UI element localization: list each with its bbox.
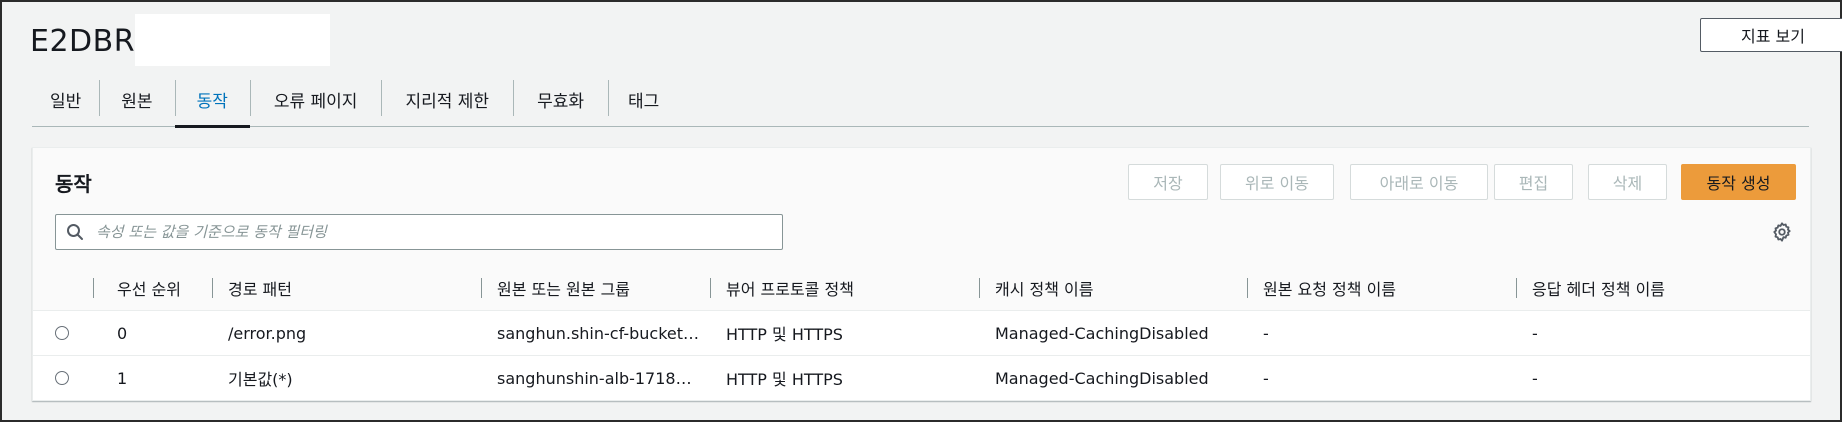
column-priority[interactable]: 우선 순위 xyxy=(117,266,181,310)
cell-path: 기본값(*) xyxy=(228,370,293,389)
cell-viewer: HTTP 및 HTTPS xyxy=(726,370,843,389)
cell-path: /error.png xyxy=(228,323,307,343)
gear-icon[interactable] xyxy=(1771,221,1793,243)
tab-error-pages[interactable]: 오류 페이지 xyxy=(249,72,382,126)
search-field[interactable] xyxy=(55,214,783,250)
column-response-headers-policy[interactable]: 응답 헤더 정책 이름 xyxy=(1516,266,1665,310)
table-row[interactable]: 1 기본값(*) sanghunshin-alb-1718… HTTP 및 HT… xyxy=(33,356,1810,401)
cell-cache: Managed-CachingDisabled xyxy=(995,368,1209,388)
column-cache-policy[interactable]: 캐시 정책 이름 xyxy=(979,266,1094,310)
cell-response-headers: - xyxy=(1532,323,1538,343)
row-radio[interactable] xyxy=(55,326,69,340)
move-down-button[interactable]: 아래로 이동 xyxy=(1350,164,1488,200)
tab-geo-restriction[interactable]: 지리적 제한 xyxy=(381,72,513,126)
distribution-id: E2DBR xyxy=(30,23,136,59)
column-origin-request-policy[interactable]: 원본 요청 정책 이름 xyxy=(1247,266,1396,310)
table-header: 우선 순위 경로 패턴 원본 또는 원본 그룹 뷰어 프로토콜 정책 캐시 정책… xyxy=(33,266,1810,311)
tab-tags[interactable]: 태그 xyxy=(607,72,679,126)
cell-origin: sanghun.shin-cf-bucket… xyxy=(497,323,700,343)
save-button[interactable]: 저장 xyxy=(1128,164,1208,200)
panel-title: 동작 xyxy=(55,172,92,196)
behaviors-table: 우선 순위 경로 패턴 원본 또는 원본 그룹 뷰어 프로토콜 정책 캐시 정책… xyxy=(33,266,1810,401)
edit-button[interactable]: 편집 xyxy=(1494,164,1573,200)
behaviors-panel: 동작 저장 위로 이동 아래로 이동 편집 삭제 동작 생성 속성 또는 값을 … xyxy=(32,147,1811,401)
tab-origins[interactable]: 원본 xyxy=(99,72,174,126)
move-up-button[interactable]: 위로 이동 xyxy=(1220,164,1334,200)
tab-behaviors[interactable]: 동작 xyxy=(174,72,251,128)
panel-header: 동작 저장 위로 이동 아래로 이동 편집 삭제 동작 생성 xyxy=(33,148,1810,267)
cell-response-headers: - xyxy=(1532,368,1538,388)
cell-priority: 0 xyxy=(117,323,128,343)
create-behavior-button[interactable]: 동작 생성 xyxy=(1681,164,1796,200)
row-radio[interactable] xyxy=(55,371,69,385)
cell-cache: Managed-CachingDisabled xyxy=(995,323,1209,343)
cell-origin-request: - xyxy=(1263,368,1269,388)
table-row[interactable]: 0 /error.png sanghun.shin-cf-bucket… HTT… xyxy=(33,311,1810,356)
cell-priority: 1 xyxy=(117,368,128,388)
search-input[interactable] xyxy=(94,222,782,242)
cell-origin-request: - xyxy=(1263,323,1269,343)
column-divider xyxy=(93,278,94,298)
delete-button[interactable]: 삭제 xyxy=(1588,164,1667,200)
redacted-block xyxy=(135,14,331,66)
column-origin[interactable]: 원본 또는 원본 그룹 xyxy=(481,266,630,310)
column-viewer-protocol[interactable]: 뷰어 프로토콜 정책 xyxy=(710,266,854,310)
search-icon xyxy=(67,224,83,240)
cell-viewer: HTTP 및 HTTPS xyxy=(726,325,843,344)
tab-general[interactable]: 일반 xyxy=(32,72,99,126)
tab-bar: 일반 원본 동작 오류 페이지 지리적 제한 무효화 태그 xyxy=(32,72,1809,128)
page-title: E2DBR xyxy=(30,14,331,66)
view-metrics-button[interactable]: 지표 보기 xyxy=(1700,18,1842,52)
tab-invalidations[interactable]: 무효화 xyxy=(513,72,608,126)
cell-origin: sanghunshin-alb-1718… xyxy=(497,368,692,388)
app-frame: E2DBR 지표 보기 일반 원본 동작 오류 페이지 지리적 제한 무효화 태… xyxy=(0,0,1842,422)
column-path-pattern[interactable]: 경로 패턴 xyxy=(212,266,292,310)
